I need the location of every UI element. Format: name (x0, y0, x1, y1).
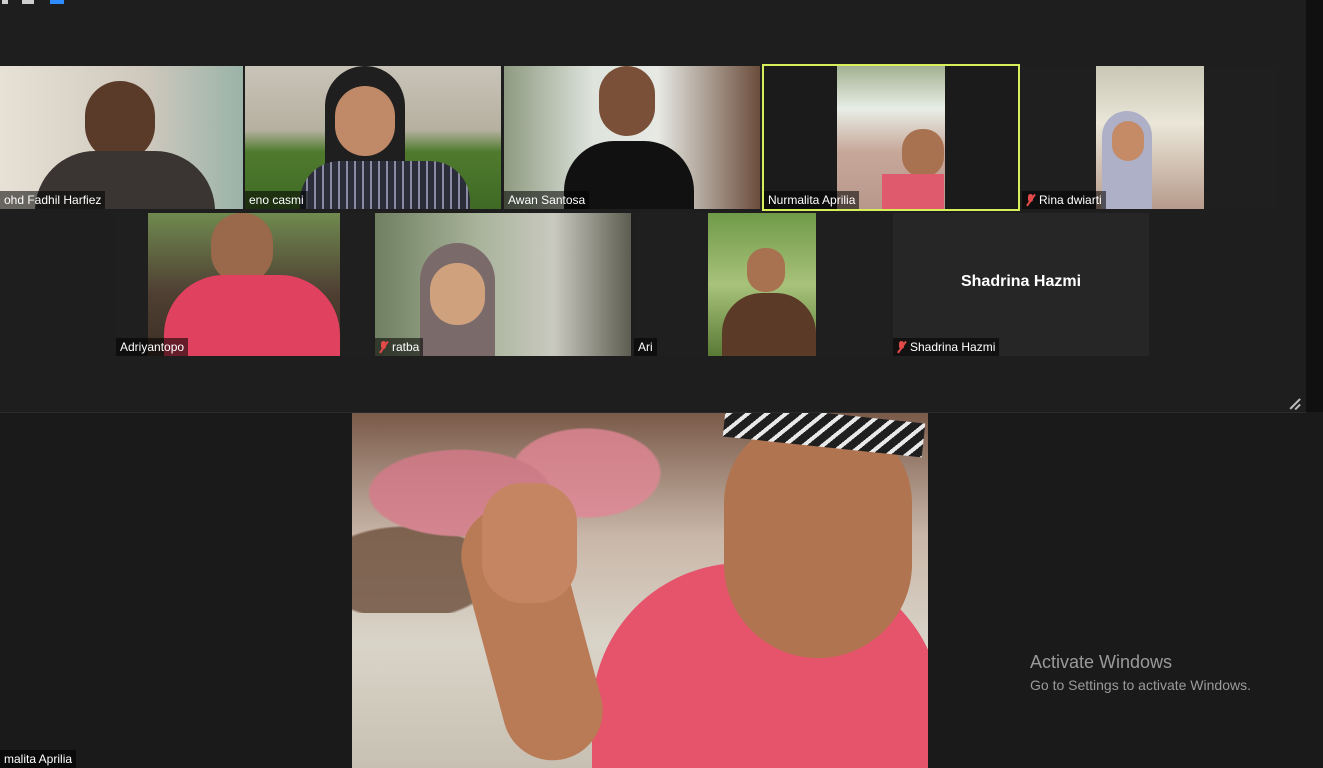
participant-name: Ari (634, 338, 657, 356)
participant-display-name: Shadrina Hazmi (960, 273, 1082, 290)
participant-name: ohd Fadhil Harfiez (0, 191, 106, 209)
video-tile[interactable]: Awan Santosa (504, 66, 760, 209)
video-tile-active-speaker[interactable]: Nurmalita Aprilia (762, 64, 1020, 211)
watermark-title: Activate Windows (1030, 652, 1173, 672)
video-tile-video-off[interactable]: Shadrina Hazmi Shadrina Hazmi (893, 213, 1149, 356)
resize-grip-icon[interactable] (1288, 396, 1300, 408)
participant-name: Nurmalita Aprilia (764, 191, 860, 209)
participant-name: Adriyantopo (116, 338, 189, 356)
mic-muted-icon (897, 341, 906, 353)
video-tile[interactable]: Ari (634, 213, 890, 356)
participant-name: eno casmi (245, 191, 308, 209)
participant-name: ratba (375, 338, 424, 356)
active-speaker-name: malita Aprilia (0, 750, 77, 768)
video-tile[interactable]: ohd Fadhil Harfiez (0, 66, 243, 209)
video-tile[interactable]: eno casmi (245, 66, 501, 209)
participant-name: Shadrina Hazmi (893, 338, 1000, 356)
participant-name: Awan Santosa (504, 191, 590, 209)
participant-name: Rina dwiarti (1022, 191, 1106, 209)
window-edge (1306, 0, 1323, 412)
video-tile[interactable]: ratba (375, 213, 631, 356)
active-speaker-video[interactable] (352, 413, 928, 768)
mic-muted-icon (1026, 194, 1035, 206)
watermark-subtitle: Go to Settings to activate Windows. (1030, 677, 1251, 693)
gallery-panel: ohd Fadhil Harfiez eno casmi Awan Santos… (0, 0, 1306, 413)
activate-windows-watermark: Activate Windows Go to Settings to activ… (1030, 652, 1251, 693)
video-tile[interactable]: Adriyantopo (116, 213, 372, 356)
video-tile[interactable]: Rina dwiarti (1022, 66, 1278, 209)
mic-muted-icon (379, 341, 388, 353)
